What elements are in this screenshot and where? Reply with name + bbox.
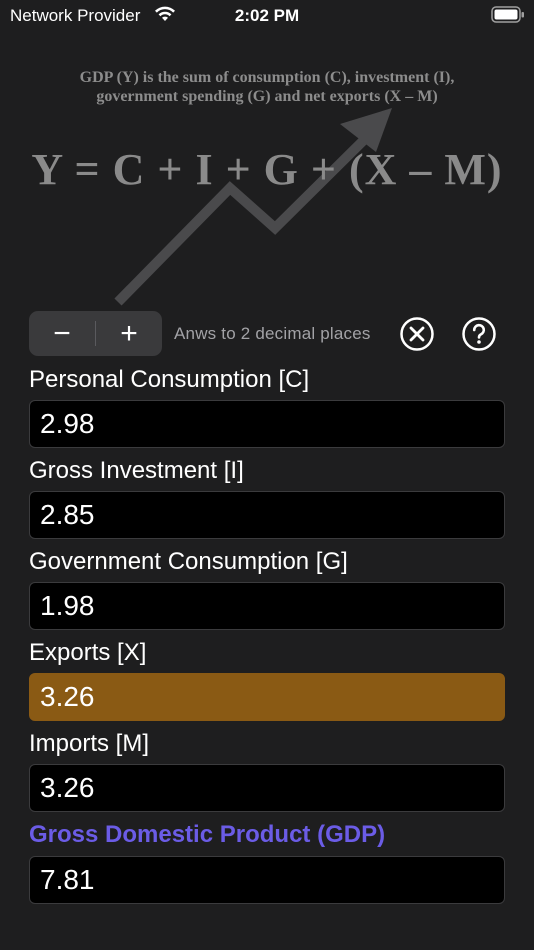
imports-input[interactable]: 3.26 [29,764,505,812]
gdp-definition: GDP (Y) is the sum of consumption (C), i… [0,68,534,106]
clear-icon[interactable] [399,316,435,352]
gdp-result[interactable]: 7.81 [29,856,505,904]
gdp-formula: Y = C + I + G + (X – M) [31,145,503,194]
gdp-formula-banner: GDP (Y) is the sum of consumption (C), i… [0,40,534,310]
gdp-label: Gross Domestic Product (GDP) [29,821,386,848]
status-bar: Network Provider 2:02 PM [0,0,534,32]
increase-precision-button[interactable]: + [96,311,162,356]
government-label: Government Consumption [G] [29,548,348,575]
precision-stepper[interactable]: − + [29,311,162,356]
imports-label: Imports [M] [29,730,150,757]
status-time: 2:02 PM [234,6,300,25]
help-icon[interactable] [461,316,497,352]
consumption-label: Personal Consumption [C] [29,366,310,393]
government-input[interactable]: 1.98 [29,582,505,630]
exports-label: Exports [X] [29,639,147,666]
exports-input[interactable]: 3.26 [29,673,505,721]
precision-label: Anws to 2 decimal places [174,324,371,343]
battery-icon [491,6,524,23]
gdp-definition-line1: GDP (Y) is the sum of consumption (C), i… [79,69,455,86]
gdp-definition-line2: government spending (G) and net exports … [96,88,438,105]
decrease-precision-button[interactable]: − [29,311,95,356]
investment-input[interactable]: 2.85 [29,491,505,539]
investment-label: Gross Investment [I] [29,457,244,484]
consumption-input[interactable]: 2.98 [29,400,505,448]
